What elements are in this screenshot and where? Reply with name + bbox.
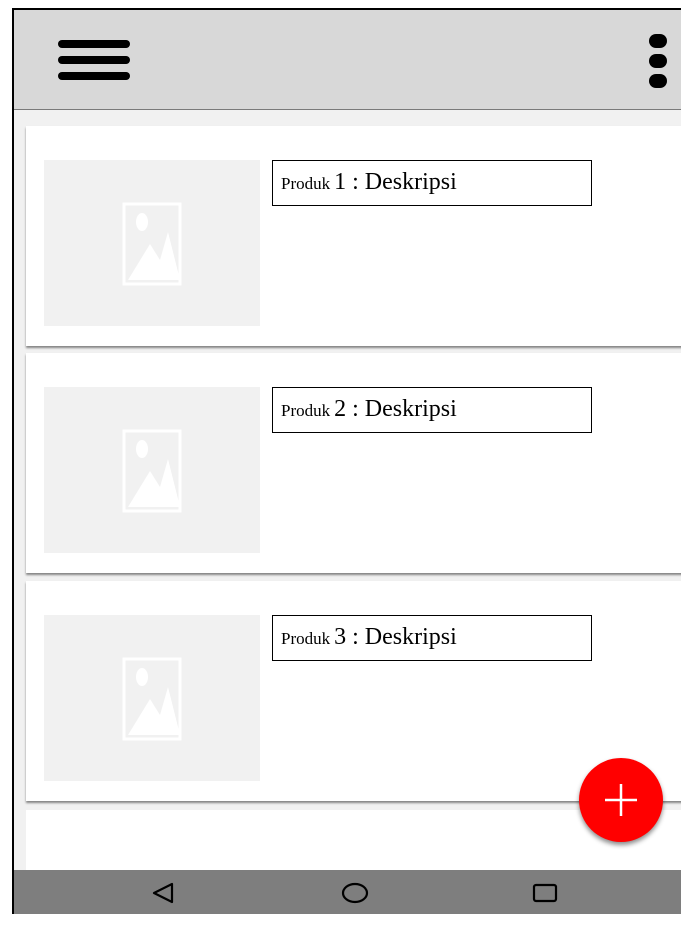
image-placeholder-icon xyxy=(122,657,182,741)
product-description-2: Produk 2 : Deskripsi xyxy=(272,387,592,433)
product-card-2[interactable]: Produk 2 : Deskripsi xyxy=(26,353,681,573)
image-placeholder-icon xyxy=(122,429,182,513)
product-card-3[interactable]: Produk 3 : Deskripsi xyxy=(26,581,681,801)
product-image-1 xyxy=(44,160,260,326)
add-product-button[interactable] xyxy=(579,758,663,842)
system-navigation-bar xyxy=(14,870,681,914)
product-card-1[interactable]: Produk 1 : Deskripsi xyxy=(26,126,681,346)
plus-icon xyxy=(605,784,637,816)
image-placeholder-icon xyxy=(122,202,182,286)
product-image-2 xyxy=(44,387,260,553)
phone-screen: Produk 1 : Deskripsi Produk 2 : Deskrips… xyxy=(12,8,681,914)
back-triangle-icon[interactable] xyxy=(148,880,178,906)
home-circle-icon[interactable] xyxy=(340,880,370,906)
more-vertical-icon[interactable] xyxy=(646,32,670,90)
product-description-3: Produk 3 : Deskripsi xyxy=(272,615,592,661)
recent-apps-square-icon[interactable] xyxy=(530,880,560,906)
hamburger-menu-icon[interactable] xyxy=(58,38,130,82)
app-bar xyxy=(14,10,681,110)
product-list: Produk 1 : Deskripsi Produk 2 : Deskrips… xyxy=(14,110,681,870)
product-description-1: Produk 1 : Deskripsi xyxy=(272,160,592,206)
product-image-3 xyxy=(44,615,260,781)
